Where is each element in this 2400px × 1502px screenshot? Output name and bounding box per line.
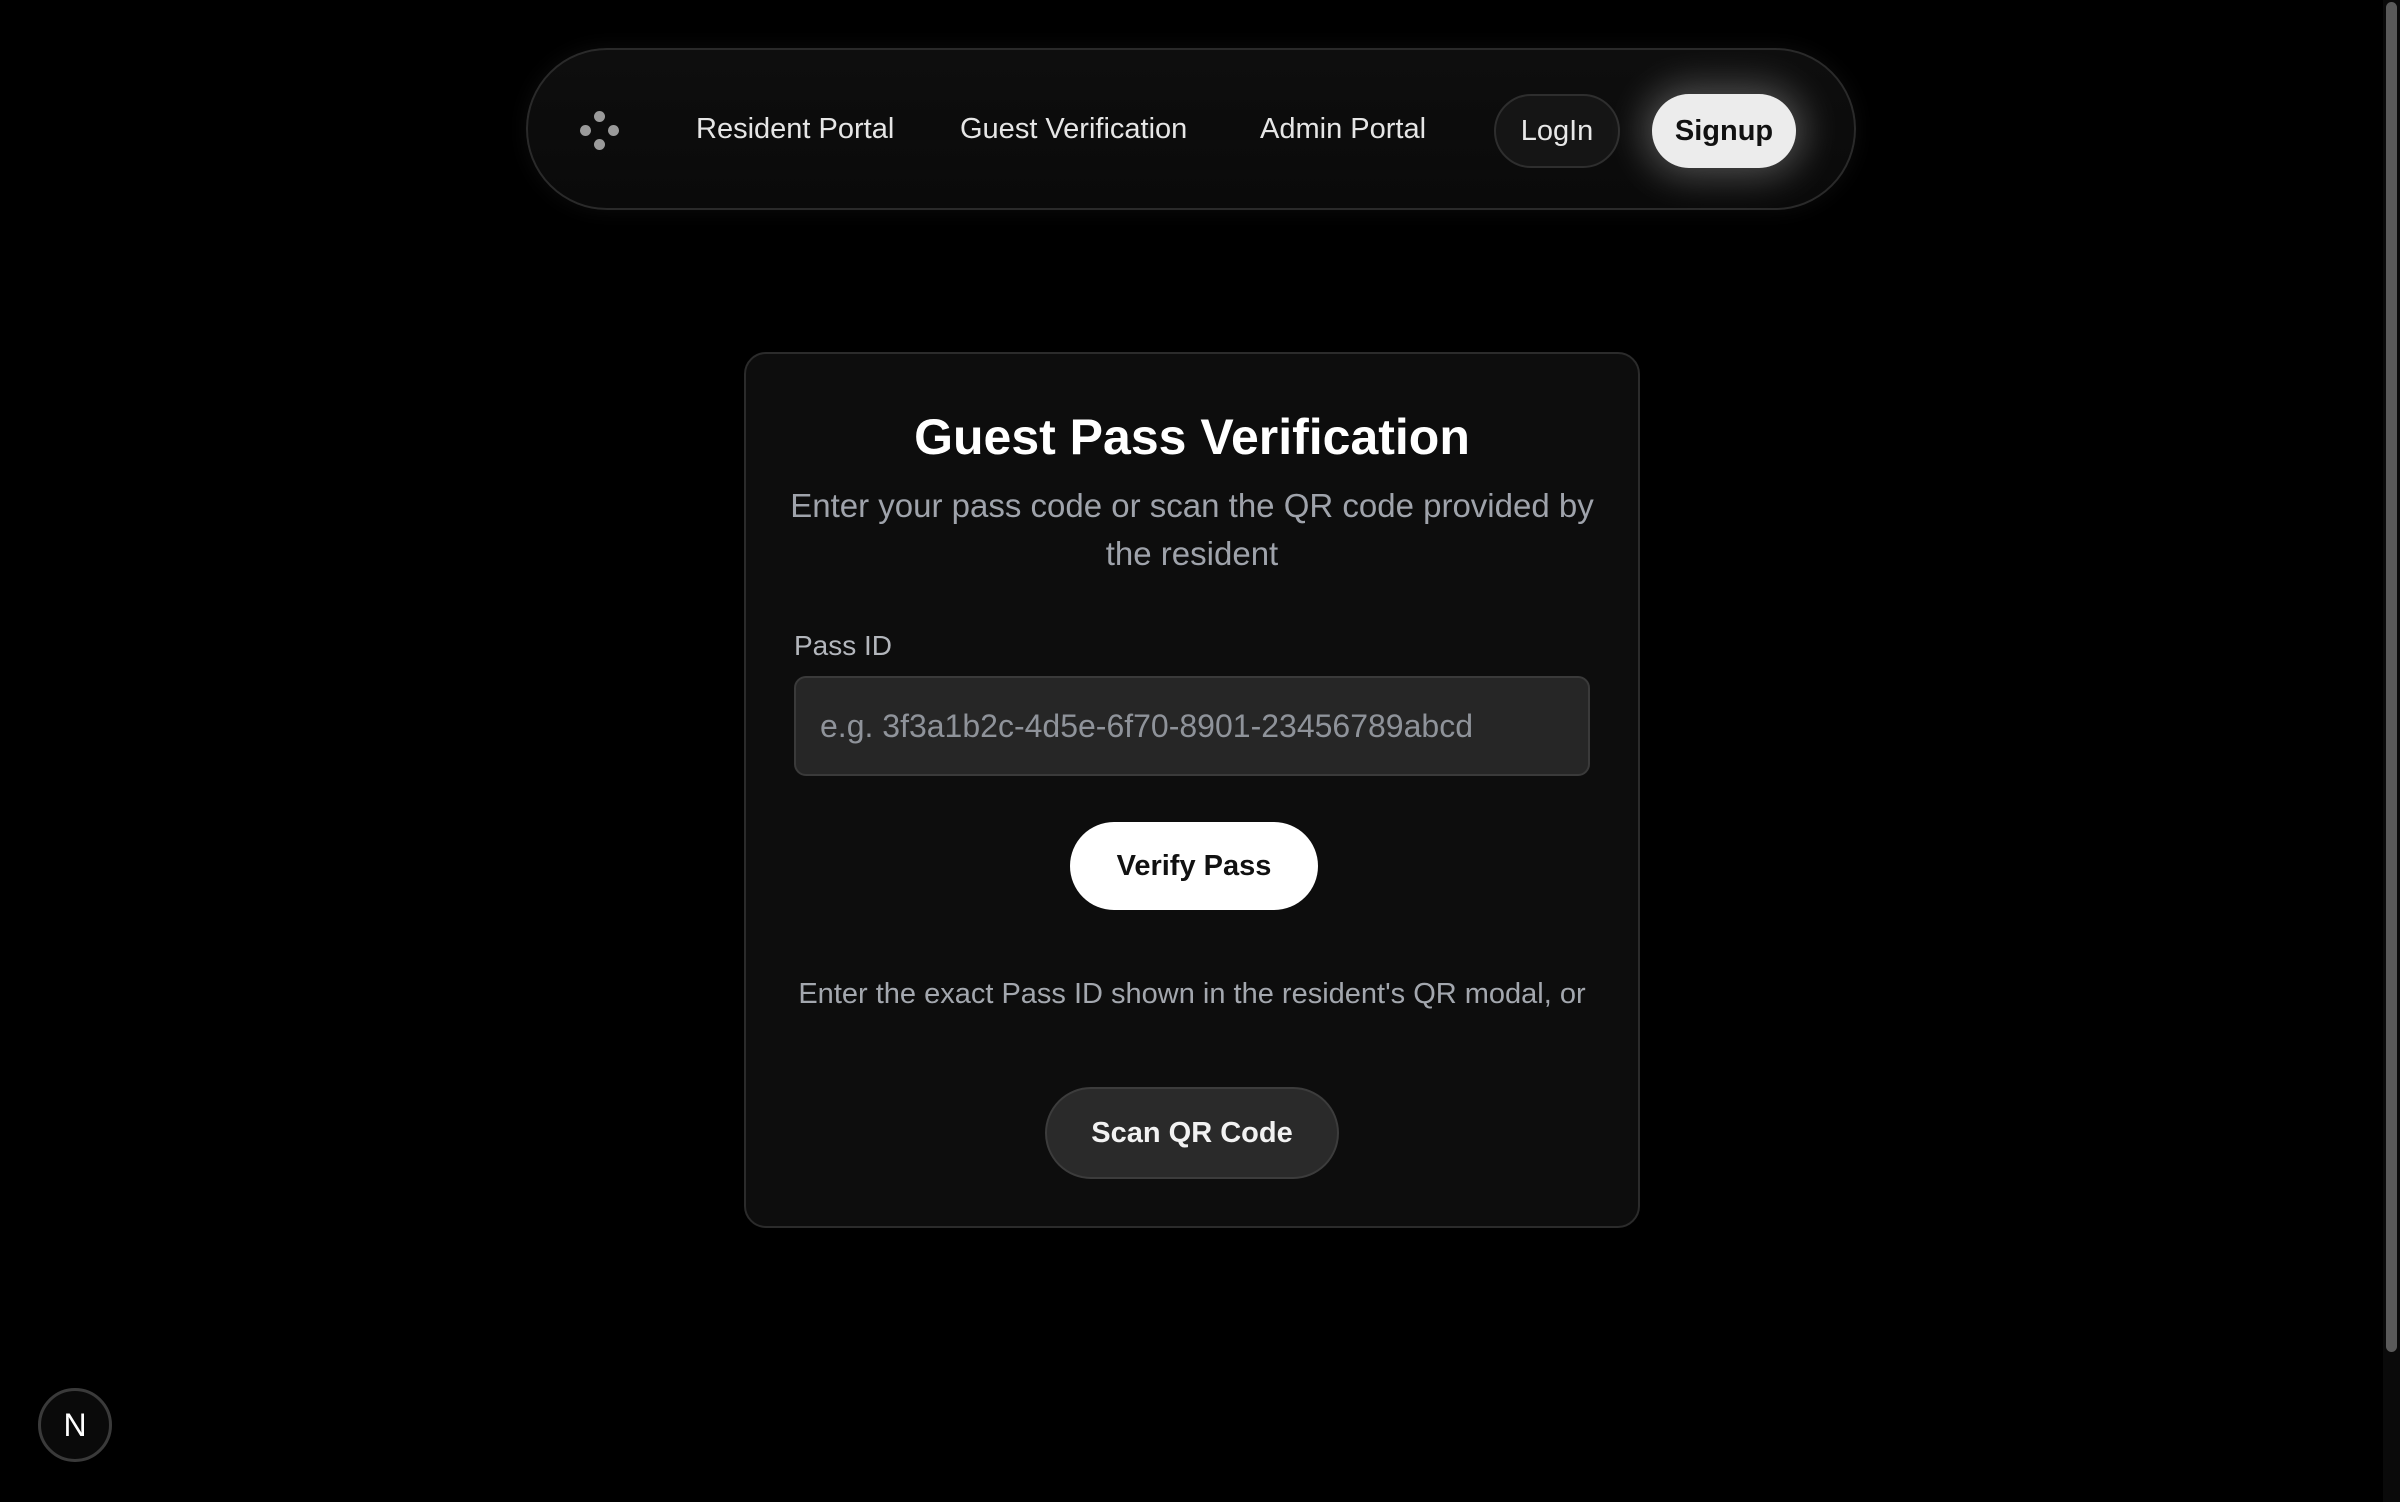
signup-button[interactable]: Signup xyxy=(1652,94,1796,168)
page-title: Guest Pass Verification xyxy=(914,409,1470,465)
nextjs-icon[interactable]: N xyxy=(38,1388,112,1462)
helper-text: Enter the exact Pass ID shown in the res… xyxy=(798,978,1586,1010)
nav-link-guest-verification[interactable]: Guest Verification xyxy=(960,50,1187,208)
dots-logo-icon[interactable] xyxy=(580,111,620,151)
nav-link-resident-portal[interactable]: Resident Portal xyxy=(696,50,894,208)
pass-id-input[interactable] xyxy=(794,676,1590,776)
verification-card: Guest Pass Verification Enter your pass … xyxy=(744,352,1640,1228)
scrollbar-thumb[interactable] xyxy=(2386,2,2397,1352)
scan-qr-code-button[interactable]: Scan QR Code xyxy=(1045,1087,1339,1179)
pass-id-label: Pass ID xyxy=(794,630,893,661)
nav-link-admin-portal[interactable]: Admin Portal xyxy=(1260,50,1426,208)
page: Resident Portal Guest Verification Admin… xyxy=(0,0,2400,1502)
verify-pass-button[interactable]: Verify Pass xyxy=(1070,822,1318,910)
top-navbar: Resident Portal Guest Verification Admin… xyxy=(526,48,1856,210)
card-subtitle: Enter your pass code or scan the QR code… xyxy=(790,487,1594,572)
login-button[interactable]: LogIn xyxy=(1494,94,1620,168)
